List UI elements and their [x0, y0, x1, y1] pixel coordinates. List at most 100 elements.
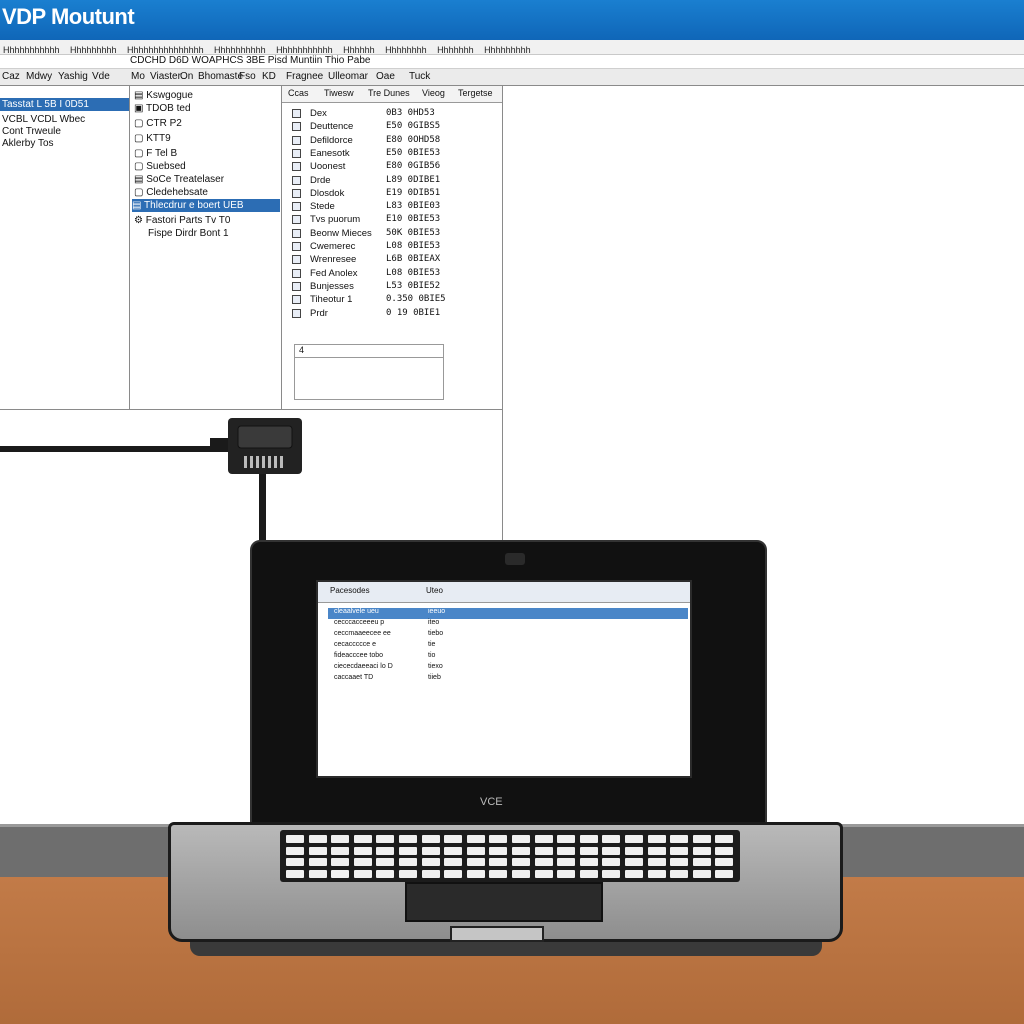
key[interactable] [579, 846, 598, 855]
list-item[interactable]: Aklerby Tos [0, 137, 54, 150]
toolbar-item[interactable]: Ulleomar [328, 71, 368, 82]
key[interactable] [489, 846, 508, 855]
key[interactable] [421, 869, 440, 878]
column-header[interactable]: Tiwesw [324, 88, 354, 98]
key[interactable] [489, 858, 508, 866]
list-item[interactable]: ceccmaaeecee ee tiebo [328, 630, 688, 641]
list-item[interactable]: cecccacceeeu p iteo [328, 619, 688, 630]
column-header[interactable]: Ccas [288, 88, 309, 98]
key[interactable] [602, 846, 621, 855]
key[interactable] [376, 835, 395, 843]
key[interactable] [376, 846, 395, 855]
key[interactable] [399, 858, 417, 866]
menu-item[interactable]: Hhhhhh [340, 44, 378, 55]
tree-item[interactable]: ▢ KTT9 [134, 132, 171, 145]
tree-item[interactable]: ▢ F Tel B [134, 147, 177, 160]
menu-item[interactable]: Hhhhhhhhhhhhhhh [124, 44, 207, 55]
key[interactable] [692, 835, 711, 843]
menu-item[interactable]: Hhhhhhhhhh [211, 44, 269, 55]
key[interactable] [376, 869, 395, 878]
details-field[interactable]: 4 [295, 345, 443, 358]
toolbar-item[interactable]: Vde [92, 71, 110, 82]
key[interactable] [670, 858, 689, 866]
key[interactable] [353, 858, 372, 866]
table-row[interactable]: Uoonest E80 0GIB56 [292, 161, 492, 174]
table-row[interactable]: Dex 0B3 0HD53 [292, 108, 492, 121]
list-item[interactable]: cleaalvele ueu ieeuo [328, 608, 688, 619]
key[interactable] [489, 869, 508, 878]
key[interactable] [647, 835, 666, 843]
key[interactable] [376, 858, 395, 866]
key[interactable] [308, 835, 327, 843]
toolbar-item[interactable]: Yashig [58, 71, 88, 82]
tree-item[interactable]: ▢ Suebsed [134, 160, 186, 173]
key[interactable] [602, 858, 621, 866]
key[interactable] [444, 858, 463, 866]
tree-item[interactable]: ▢ Cledehebsate [134, 186, 208, 199]
list-item[interactable]: ciececdaeeaci lo D tiexo [328, 663, 688, 674]
tree-item[interactable]: ▤ Thlecdrur e boert UEB [132, 199, 280, 212]
table-row[interactable]: Prdr 0 19 0BIE1 [292, 308, 492, 321]
menu-item[interactable]: Hhhhhhhh [382, 44, 430, 55]
tree-item[interactable]: ▢ CTR P2 [134, 117, 182, 130]
tree-item[interactable]: ⚙ Fastori Parts Tv T0 [134, 214, 230, 227]
toolbar-item[interactable]: Mo [131, 71, 145, 82]
tree-item[interactable]: Fispe Dirdr Bont 1 [148, 227, 229, 240]
table-row[interactable]: Cwemerec L08 0BIE53 [292, 241, 492, 254]
key[interactable] [466, 858, 485, 866]
toolbar-item[interactable]: KD [262, 71, 276, 82]
key[interactable] [466, 835, 485, 843]
key[interactable] [353, 835, 372, 843]
key[interactable] [399, 835, 417, 843]
menu-item[interactable]: Hhhhhhhhh [481, 44, 534, 55]
key[interactable] [286, 835, 304, 843]
key[interactable] [308, 858, 327, 866]
column-header[interactable]: Uteo [426, 586, 443, 595]
key[interactable] [670, 869, 689, 878]
key[interactable] [444, 869, 463, 878]
menu-item[interactable]: Hhhhhhh [434, 44, 477, 55]
key[interactable] [489, 835, 508, 843]
toolbar-item[interactable]: Fragnee [286, 71, 323, 82]
table-row[interactable]: Tiheotur 1 0.350 0BIE5 [292, 294, 492, 307]
key[interactable] [670, 846, 689, 855]
key[interactable] [512, 858, 530, 866]
key[interactable] [647, 869, 666, 878]
key[interactable] [534, 869, 553, 878]
key[interactable] [602, 835, 621, 843]
key[interactable] [715, 869, 734, 878]
key[interactable] [331, 846, 350, 855]
key[interactable] [534, 846, 553, 855]
key[interactable] [444, 846, 463, 855]
table-row[interactable]: Defildorce E80 0OHD58 [292, 135, 492, 148]
table-row[interactable]: Wrenresee L6B 0BIEAX [292, 254, 492, 267]
list-item[interactable]: cecaccccce e tie [328, 641, 688, 652]
table-row[interactable]: Drde L89 0DIBE1 [292, 175, 492, 188]
toolbar-item[interactable]: Mdwy [26, 71, 52, 82]
list-item[interactable]: caccaaet TD tiieb [328, 674, 688, 685]
key[interactable] [466, 846, 485, 855]
key[interactable] [331, 835, 350, 843]
toolbar-item[interactable]: Tuck [409, 71, 430, 82]
key[interactable] [692, 869, 711, 878]
key[interactable] [579, 869, 598, 878]
key[interactable] [647, 858, 666, 866]
key[interactable] [353, 846, 372, 855]
toolbar-item[interactable]: Fso [239, 71, 256, 82]
table-row[interactable]: Deuttence E50 0GIBS5 [292, 121, 492, 134]
key[interactable] [421, 846, 440, 855]
toolbar-item[interactable]: Caz [2, 71, 20, 82]
table-row[interactable]: Beonw Mieces 50K 0BIE53 [292, 228, 492, 241]
key[interactable] [512, 835, 530, 843]
key[interactable] [579, 835, 598, 843]
key[interactable] [670, 835, 689, 843]
column-header[interactable]: Vieog [422, 88, 445, 98]
key[interactable] [331, 858, 350, 866]
list-item[interactable]: fideacccee tobo tio [328, 652, 688, 663]
tree-item[interactable]: ▤ SoCe Treatelaser [134, 173, 224, 186]
table-row[interactable]: Bunjesses L53 0BIE52 [292, 281, 492, 294]
key[interactable] [534, 858, 553, 866]
toolbar-item[interactable]: Viaster [150, 71, 181, 82]
key[interactable] [331, 869, 350, 878]
touchpad[interactable] [405, 882, 603, 922]
